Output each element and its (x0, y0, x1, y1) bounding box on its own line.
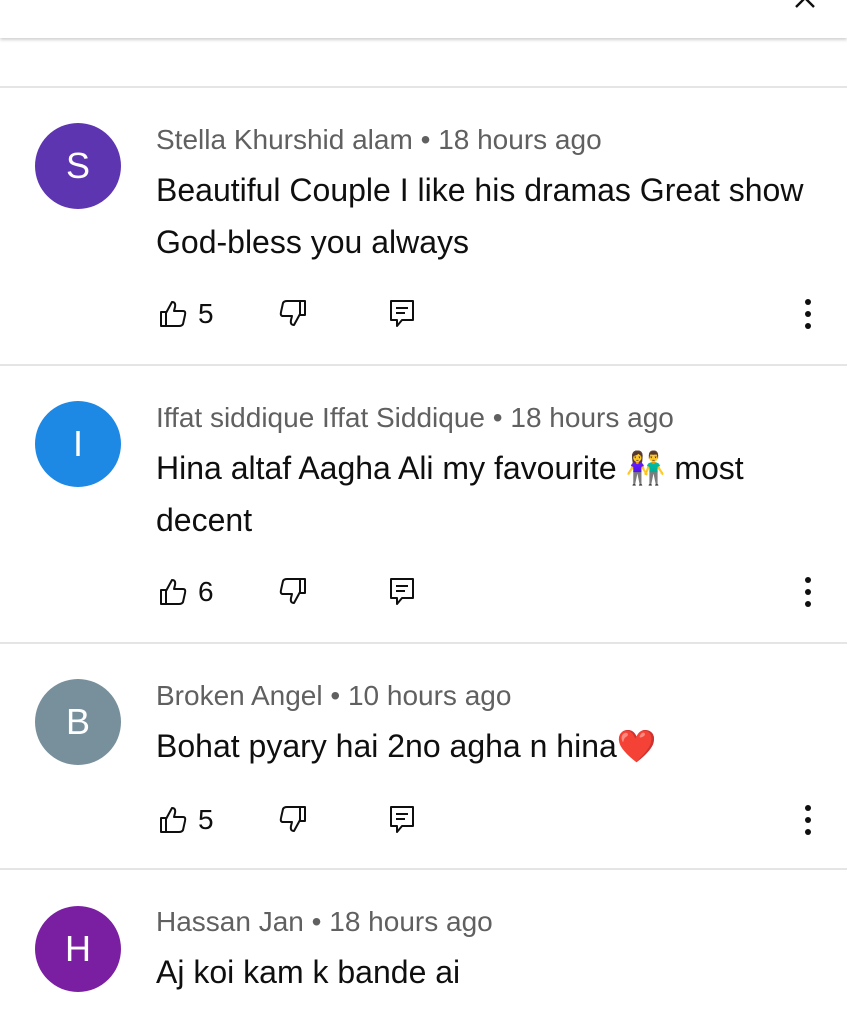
close-icon[interactable] (793, 0, 817, 10)
reply-icon[interactable] (388, 298, 416, 328)
comment-text: Bohat pyary hai 2no agha n hina❤️ (156, 728, 657, 764)
comment-item: B Broken Angel • 10 hours ago Bohat pyar… (0, 644, 847, 868)
timestamp: 18 hours ago (329, 906, 493, 937)
comment-meta: Stella Khurshid alam • 18 hours ago (156, 124, 602, 155)
reply-icon[interactable] (388, 804, 416, 834)
comment-meta: Hassan Jan • 18 hours ago (156, 906, 493, 937)
thumbs-up-icon (160, 301, 187, 327)
avatar[interactable]: B (35, 679, 121, 765)
thumbs-down-icon[interactable] (278, 576, 308, 606)
thumbs-up-icon (160, 807, 187, 833)
avatar[interactable]: S (35, 123, 121, 209)
author-name[interactable]: Stella Khurshid alam (156, 124, 413, 155)
comment-item: S Stella Khurshid alam • 18 hours ago Be… (0, 88, 847, 364)
comment-meta: Broken Angel • 10 hours ago (156, 680, 512, 711)
comment-item: H Hassan Jan • 18 hours ago Aj koi kam k… (0, 870, 847, 1024)
like-count: 6 (198, 576, 214, 607)
like-button[interactable]: 5 (158, 294, 214, 334)
comment-text: Hina altaf Aagha Ali my favourite 👫 most… (156, 450, 744, 538)
author-name[interactable]: Hassan Jan (156, 906, 304, 937)
more-options-icon[interactable] (798, 296, 818, 332)
top-app-bar (0, 0, 847, 38)
comment-item: I Iffat siddique Iffat Siddique • 18 hou… (0, 366, 847, 642)
comment-actions: 5 (0, 800, 847, 840)
like-count: 5 (198, 804, 214, 835)
more-options-icon[interactable] (798, 574, 818, 610)
comment-meta: Iffat siddique Iffat Siddique • 18 hours… (156, 402, 674, 433)
like-button[interactable]: 6 (158, 572, 214, 612)
timestamp: 18 hours ago (510, 402, 674, 433)
like-button[interactable]: 5 (158, 800, 214, 840)
timestamp: 10 hours ago (347, 680, 512, 711)
timestamp: 18 hours ago (438, 124, 602, 155)
reply-icon[interactable] (388, 576, 416, 606)
avatar[interactable]: I (35, 401, 121, 487)
thumbs-down-icon[interactable] (278, 298, 308, 328)
comment-text: Aj koi kam k bande ai (156, 954, 461, 990)
thumbs-down-icon[interactable] (278, 804, 308, 834)
author-name[interactable]: Broken Angel (156, 680, 323, 711)
comment-text: Beautiful Couple I like his dramas Great… (156, 172, 804, 260)
avatar[interactable]: H (35, 906, 121, 992)
more-options-icon[interactable] (798, 802, 818, 838)
comment-actions: 6 (0, 572, 847, 612)
thumbs-up-icon (160, 579, 187, 605)
author-name[interactable]: Iffat siddique Iffat Siddique (156, 402, 485, 433)
comment-actions: 5 (0, 294, 847, 334)
like-count: 5 (198, 298, 214, 329)
